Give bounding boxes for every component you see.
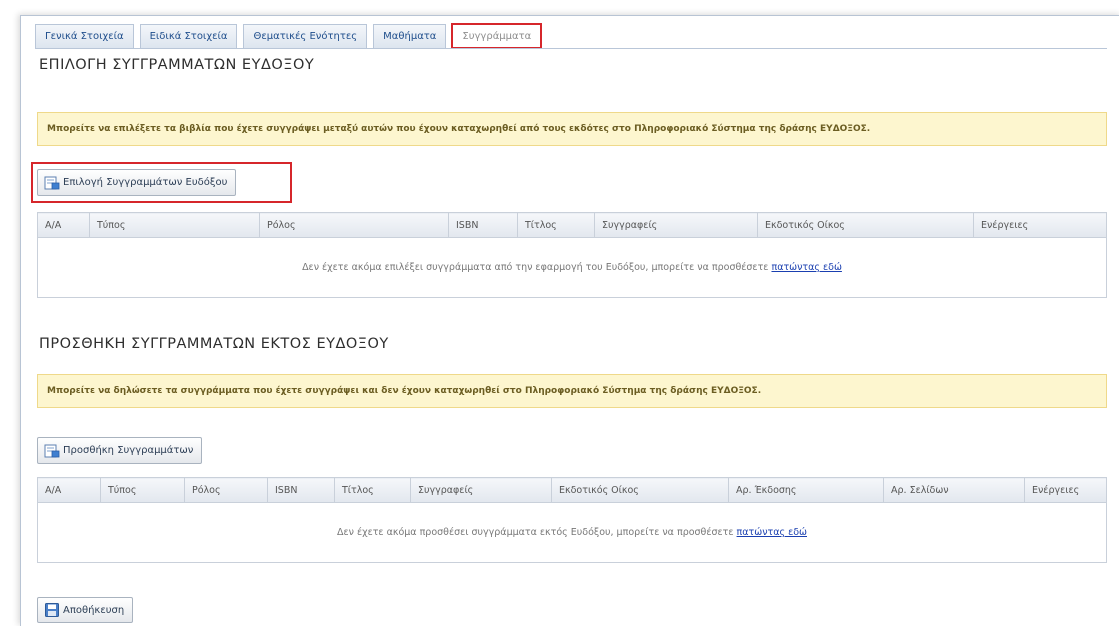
select-eudoxus-textbooks-label: Επιλογή Συγγραμμάτων Ευδόξου [63,177,228,188]
column-header[interactable]: Τίτλος [517,212,595,238]
add-textbooks-label: Προσθήκη Συγγραμμάτων [63,445,194,456]
column-header[interactable]: Ενέργειες [1024,477,1107,503]
column-header[interactable]: Αρ. Έκδοσης [728,477,884,503]
column-header[interactable]: Ρόλος [259,212,449,238]
eudoxus-section-title: ΕΠΙΛΟΓΗ ΣΥΓΓΡΑΜΜΑΤΩΝ ΕΥΔΟΞΟΥ [39,57,315,73]
tab-divider [35,48,1107,49]
eudoxus-textbooks-table: Α/Α Τύπος Ρόλος ISBN Τίτλος Συγγραφείς Ε… [37,212,1107,298]
add-textbooks-button[interactable]: Προσθήκη Συγγραμμάτων [37,437,203,464]
column-header[interactable]: Εκδοτικός Οίκος [757,212,974,238]
add-document-icon [44,176,60,190]
tab-bar: Γενικά Στοιχεία Ειδικά Στοιχεία Θεματικέ… [35,23,547,49]
empty-row: Δεν έχετε ακόμα επιλέξει συγγράμματα από… [37,237,1107,298]
eudoxus-notice: Μπορείτε να επιλέξετε τα βιβλία που έχετ… [37,112,1107,146]
empty-text: Δεν έχετε ακόμα επιλέξει συγγράμματα από… [302,262,769,273]
tab-thematic-units[interactable]: Θεματικές Ενότητες [243,24,368,48]
column-header[interactable]: Ενέργειες [973,212,1107,238]
tab-specific-info[interactable]: Ειδικά Στοιχεία [139,24,238,48]
tab-general-info[interactable]: Γενικά Στοιχεία [35,24,134,48]
column-header[interactable]: Α/Α [37,212,90,238]
empty-text: Δεν έχετε ακόμα προσθέσει συγγράμματα εκ… [337,527,734,538]
save-label: Αποθήκευση [63,604,125,616]
external-textbooks-table: Α/Α Τύπος Ρόλος ISBN Τίτλος Συγγραφείς Ε… [37,477,1107,563]
save-button[interactable]: Αποθήκευση [37,597,134,623]
external-notice: Μπορείτε να δηλώσετε τα συγγράμματα που … [37,374,1107,408]
column-header[interactable]: Τύπος [89,212,260,238]
empty-row: Δεν έχετε ακόμα προσθέσει συγγράμματα εκ… [37,502,1107,563]
select-eudoxus-textbooks-button[interactable]: Επιλογή Συγγραμμάτων Ευδόξου [37,169,237,196]
column-header[interactable]: Τίτλος [334,477,411,503]
floppy-disk-icon [44,603,60,617]
tab-textbooks[interactable]: Συγγράμματα [451,23,543,49]
add-link[interactable]: πατώντας εδώ [737,527,807,538]
column-header[interactable]: Ρόλος [184,477,268,503]
column-header[interactable]: Α/Α [37,477,101,503]
form-panel: Γενικά Στοιχεία Ειδικά Στοιχεία Θεματικέ… [20,15,1119,626]
column-header[interactable]: Συγγραφείς [594,212,758,238]
empty-message: Δεν έχετε ακόμα προσθέσει συγγράμματα εκ… [37,502,1107,563]
add-document-icon [44,444,60,458]
tab-courses[interactable]: Μαθήματα [373,24,447,48]
column-header[interactable]: ISBN [267,477,335,503]
empty-message: Δεν έχετε ακόμα επιλέξει συγγράμματα από… [37,237,1107,298]
add-link[interactable]: πατώντας εδώ [771,262,841,273]
external-section-title: ΠΡΟΣΘΗΚΗ ΣΥΓΓΡΑΜΜΑΤΩΝ ΕΚΤΟΣ ΕΥΔΟΞΟΥ [39,336,389,352]
column-header[interactable]: Εκδοτικός Οίκος [551,477,729,503]
column-header[interactable]: Συγγραφείς [410,477,552,503]
column-header[interactable]: Αρ. Σελίδων [883,477,1025,503]
column-header[interactable]: ISBN [448,212,518,238]
column-header[interactable]: Τύπος [100,477,185,503]
